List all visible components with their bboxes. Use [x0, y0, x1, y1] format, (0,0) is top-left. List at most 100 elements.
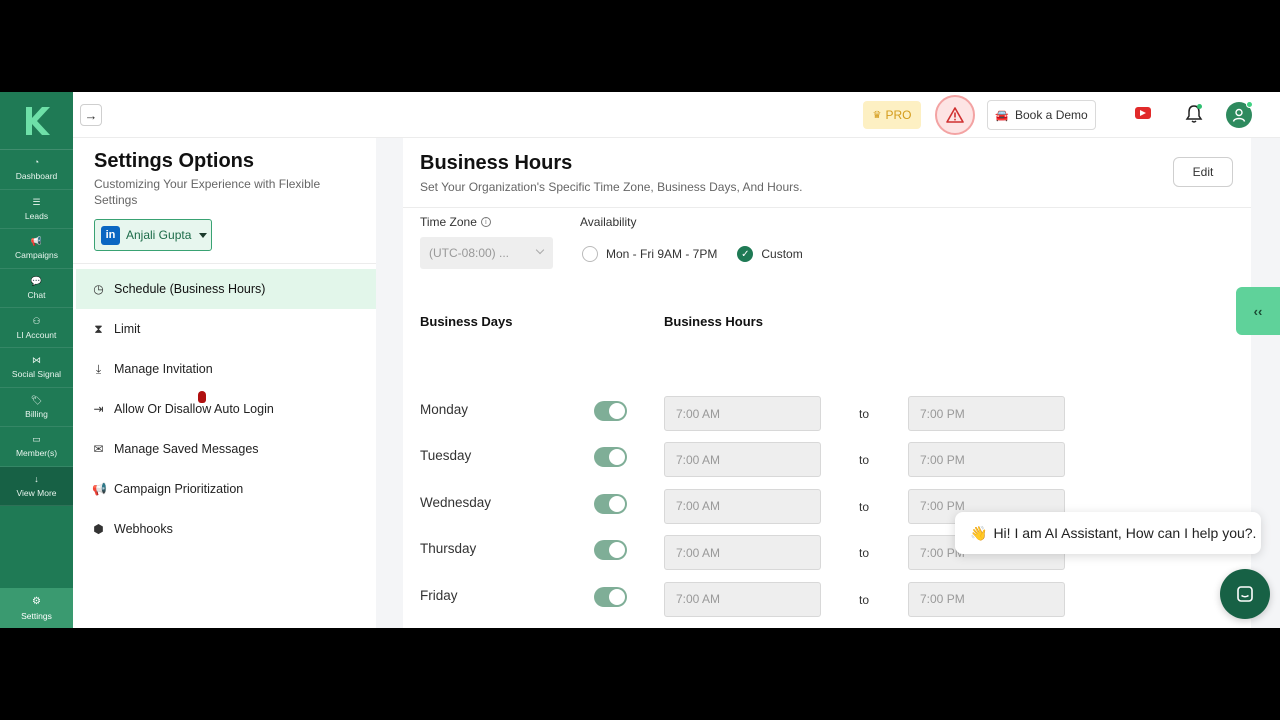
start-time-input[interactable]: 7:00 AM — [664, 442, 821, 478]
nav-item-billing[interactable]: 🏷 Billing — [0, 388, 73, 428]
k-logo-icon — [25, 106, 50, 135]
info-icon[interactable]: i — [480, 217, 491, 227]
day-toggle[interactable] — [594, 540, 627, 561]
availability-label: Availability — [580, 215, 637, 229]
pro-badge[interactable]: ♛ PRO — [863, 101, 921, 129]
chat-icon: 💬 — [30, 276, 43, 287]
toggle-knob — [609, 495, 625, 512]
chat-launcher-button[interactable] — [1220, 569, 1270, 619]
availability-options: Mon - Fri 9AM - 7PM ✓ Custom — [582, 246, 803, 262]
nav-item-leads[interactable]: ☰ Leads — [0, 190, 73, 230]
nav-item-chat[interactable]: 💬 Chat — [0, 269, 73, 309]
edit-button[interactable]: Edit — [1173, 157, 1233, 187]
ai-assistant-bubble[interactable]: 👋 Hi! I am AI Assistant, How can I help … — [955, 512, 1261, 554]
account-select[interactable]: in Anjali Gupta — [94, 219, 212, 251]
start-time-input[interactable]: 7:00 AM — [664, 581, 821, 617]
divider — [403, 207, 1251, 208]
nav-item-dashboard[interactable]: ◔ Dashboard — [0, 150, 73, 190]
nav-item-label: Social Signal — [11, 369, 62, 380]
settings-options-subtitle: Customizing Your Experience with Flexibl… — [94, 177, 321, 207]
settings-option-label: Webhooks — [114, 522, 173, 536]
nav-item-label: Campaigns — [15, 250, 58, 261]
crown-icon: ♛ — [872, 109, 882, 121]
nav-settings[interactable]: ⚙ Settings — [0, 588, 73, 628]
bell-icon — [1185, 104, 1203, 123]
caret-down-icon — [199, 232, 208, 238]
radio-mon-fri-label: Mon - Fri 9AM - 7PM — [606, 247, 718, 261]
settings-option-allow-or-disallow-auto-login[interactable]: ⇥ Allow Or Disallow Auto Login — [76, 389, 376, 429]
user-avatar[interactable] — [1226, 101, 1253, 128]
youtube-button[interactable] — [1135, 107, 1151, 119]
pro-label: PRO — [885, 108, 912, 122]
divider — [73, 263, 376, 264]
day-name: Tuesday — [420, 448, 472, 464]
day-toggle[interactable] — [594, 493, 627, 514]
share-icon: ⋈ — [32, 355, 41, 366]
day-toggle[interactable] — [594, 586, 627, 607]
day-toggle[interactable] — [594, 447, 627, 468]
car-icon: 🚘 — [995, 109, 1009, 122]
settings-option-label: Schedule (Business Hours) — [114, 282, 266, 296]
warning-button[interactable] — [935, 95, 975, 135]
nav-item-label: View More — [16, 488, 57, 499]
settings-option-webhooks[interactable]: ⬢ Webhooks — [76, 509, 376, 549]
day-name: Thursday — [420, 541, 477, 557]
radio-custom[interactable]: ✓ — [737, 246, 754, 262]
business-hours-header: Business Hours — [664, 314, 763, 329]
nav-item-social-signal[interactable]: ⋈ Social Signal — [0, 348, 73, 388]
radio-custom-label: Custom — [761, 247, 803, 261]
ai-assistant-message: Hi! I am AI Assistant, How can I help yo… — [993, 525, 1257, 541]
toggle-knob — [609, 403, 625, 419]
members-icon: ▭ — [32, 434, 41, 445]
toggle-knob — [609, 542, 625, 559]
settings-option-limit[interactable]: ⧗ Limit — [76, 309, 376, 349]
settings-option-manage-invitation[interactable]: ⤓ Manage Invitation — [76, 349, 376, 389]
settings-option-label: Manage Saved Messages — [114, 442, 259, 456]
nav-item-member-s[interactable]: ▭ Member(s) — [0, 427, 73, 467]
settings-option-label: Limit — [114, 322, 141, 336]
day-name: Wednesday — [420, 494, 492, 510]
chevrons-left-icon: ‹‹ — [1253, 303, 1263, 319]
brand-logo[interactable] — [0, 92, 73, 150]
settings-option-schedule-business-hours[interactable]: ◷ Schedule (Business Hours) — [76, 269, 376, 309]
timezone-value: (UTC-08:00) ... — [429, 246, 510, 260]
day-row-friday: Friday 7:00 AM to 7:00 PM — [420, 581, 1100, 618]
day-name: Friday — [420, 587, 458, 603]
timezone-select[interactable]: (UTC-08:00) ... — [420, 237, 553, 269]
list-icon: ☰ — [32, 196, 41, 207]
day-toggle[interactable] — [594, 401, 627, 421]
settings-option-label: Manage Invitation — [114, 362, 213, 376]
nav-item-campaigns[interactable]: 📢 Campaigns — [0, 229, 73, 269]
check-icon: ✓ — [741, 248, 750, 260]
nav-item-label: Dashboard — [15, 171, 58, 182]
accounts-icon: ⚇ — [32, 315, 41, 326]
settings-options-panel: Settings Options Customizing Your Experi… — [73, 138, 376, 628]
warning-icon — [946, 107, 964, 123]
dashboard-icon: ◔ — [33, 157, 40, 168]
collapse-toggle-button[interactable]: → — [80, 104, 102, 126]
app-frame: ◔ Dashboard ☰ Leads 📢 Campaigns 💬 Chat ⚇ LI Accou… — [0, 92, 1280, 628]
radio-mon-fri[interactable] — [582, 246, 598, 262]
nav-item-label: Billing — [25, 408, 48, 419]
nav-item-li-account[interactable]: ⚇ LI Account — [0, 308, 73, 348]
book-demo-button[interactable]: 🚘 Book a Demo — [987, 100, 1096, 130]
megaphone-icon: 📢 — [30, 236, 43, 247]
start-time-input[interactable]: 7:00 AM — [664, 535, 821, 571]
settings-option-campaign-prioritization[interactable]: 📢 Campaign Prioritization — [76, 469, 376, 509]
side-panel-toggle[interactable]: ‹‹ — [1236, 287, 1280, 335]
settings-options-list: ◷ Schedule (Business Hours) ⧗ Limit ⤓ Manage … — [76, 269, 376, 549]
settings-option-manage-saved-messages[interactable]: ✉ Manage Saved Messages — [76, 429, 376, 469]
end-time-input[interactable]: 7:00 PM — [908, 581, 1065, 617]
book-demo-label: Book a Demo — [1015, 108, 1088, 122]
start-time-input[interactable]: 7:00 AM — [664, 396, 821, 431]
gear-icon: ⚙ — [32, 595, 41, 607]
notifications-button[interactable] — [1185, 104, 1203, 124]
start-time-input[interactable]: 7:00 AM — [664, 488, 821, 524]
end-time-input[interactable]: 7:00 PM — [908, 442, 1065, 478]
tag-icon: 🏷 — [30, 394, 43, 405]
nav-item-view-more[interactable]: ↓ View More — [0, 466, 73, 507]
to-label: to — [859, 546, 870, 561]
day-row-tuesday: Tuesday 7:00 AM to 7:00 PM — [420, 442, 1100, 478]
end-time-input[interactable]: 7:00 PM — [908, 396, 1065, 431]
login-icon: ⇥ — [93, 402, 104, 416]
